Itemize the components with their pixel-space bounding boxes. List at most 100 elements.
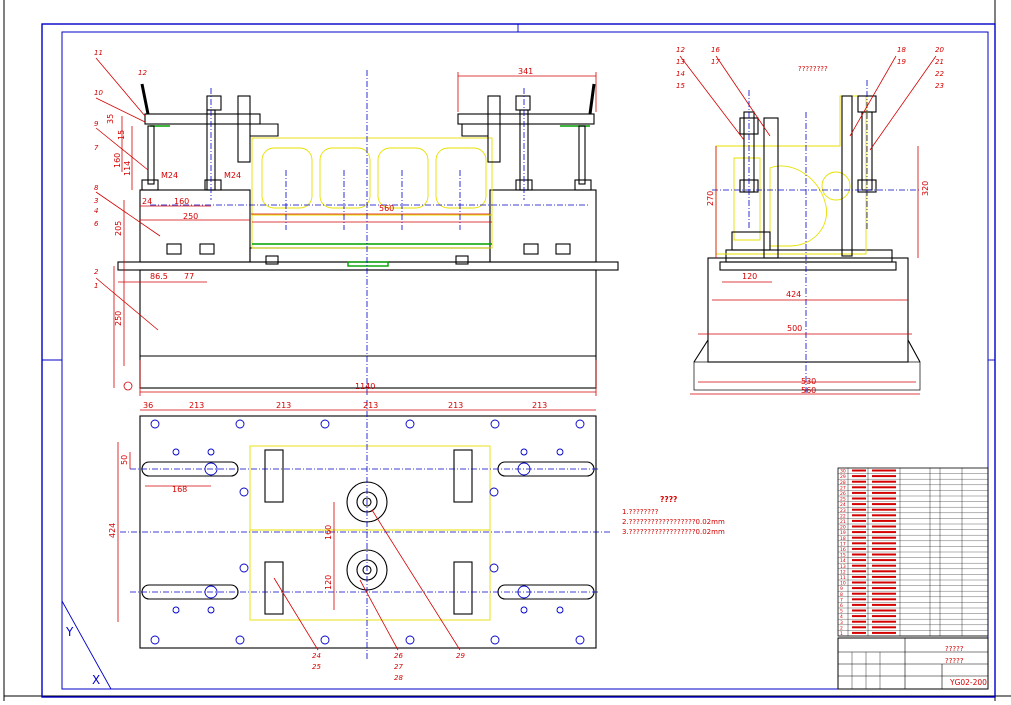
- svg-text:35: 35: [106, 114, 115, 124]
- bom-row-number: 30: [840, 469, 846, 475]
- bom-row-number: 28: [840, 480, 846, 486]
- svg-text:11: 11: [94, 49, 103, 57]
- svg-text:27: 27: [394, 663, 403, 671]
- bom-name-mark: [872, 615, 896, 618]
- svg-text:19: 19: [897, 58, 906, 66]
- bom-name-mark: [872, 581, 896, 584]
- svg-text:77: 77: [184, 272, 194, 281]
- bom-code-mark: [852, 475, 866, 478]
- svg-text:1140: 1140: [355, 382, 375, 391]
- bom-name-mark: [872, 626, 896, 629]
- title-subname: ?????: [945, 657, 964, 665]
- svg-text:36: 36: [143, 401, 153, 410]
- bom-name-mark: [872, 480, 896, 483]
- bom-code-mark: [852, 575, 866, 578]
- svg-text:25: 25: [312, 663, 321, 671]
- svg-text:6: 6: [94, 220, 99, 228]
- svg-text:114: 114: [123, 161, 132, 176]
- svg-text:21: 21: [935, 58, 944, 66]
- bom-row-number: 17: [840, 541, 846, 547]
- bom-row-number: 23: [840, 508, 846, 514]
- bom-code-mark: [852, 587, 866, 590]
- svg-text:7: 7: [94, 144, 99, 152]
- bom-row-number: 8: [840, 592, 843, 598]
- svg-text:160: 160: [174, 197, 189, 206]
- bom-row-number: 14: [840, 558, 846, 564]
- bom-row-number: 3: [840, 620, 843, 626]
- svg-text:3: 3: [94, 197, 98, 205]
- bom-name-mark: [872, 519, 896, 522]
- bom-name-mark: [872, 609, 896, 612]
- bom-name-mark: [872, 497, 896, 500]
- bom-name-mark: [872, 469, 896, 472]
- bom-code-mark: [852, 564, 866, 567]
- bom-row-number: 26: [840, 491, 846, 497]
- tech-note-line: 1.????????: [622, 508, 659, 516]
- svg-text:22: 22: [935, 70, 944, 78]
- bom-name-mark: [872, 575, 896, 578]
- bom-row-number: 9: [840, 586, 843, 592]
- bom-name-mark: [872, 508, 896, 511]
- bom-code-mark: [852, 620, 866, 623]
- svg-text:424: 424: [786, 290, 801, 299]
- bom-row-number: 13: [840, 564, 846, 570]
- bom-code-mark: [852, 547, 866, 550]
- bom-code-mark: [852, 525, 866, 528]
- bom-row-number: 22: [840, 513, 846, 519]
- bom-name-mark: [872, 631, 896, 634]
- svg-text:10: 10: [94, 89, 103, 97]
- bom-row-number: 1: [840, 631, 843, 637]
- bom-row-number: 11: [840, 575, 846, 581]
- svg-text:23: 23: [935, 82, 944, 90]
- bom-name-mark: [872, 542, 896, 545]
- bom-code-mark: [852, 531, 866, 534]
- bom-row-number: 4: [840, 614, 843, 620]
- svg-text:213: 213: [448, 401, 463, 410]
- svg-text:24: 24: [142, 197, 152, 206]
- bom-name-mark: [872, 598, 896, 601]
- svg-text:14: 14: [676, 70, 685, 78]
- cad-drawing-sheet: Y X 341 35 15 160 114 205 250 M24 M24 16…: [0, 0, 1011, 701]
- svg-text:29: 29: [456, 652, 465, 660]
- bom-code-mark: [852, 480, 866, 483]
- svg-text:16: 16: [711, 46, 720, 54]
- bom-row-number: 5: [840, 609, 843, 615]
- bom-row-number: 18: [840, 536, 846, 542]
- svg-text:560: 560: [801, 386, 816, 395]
- bom-name-mark: [872, 603, 896, 606]
- svg-text:168: 168: [172, 485, 187, 494]
- svg-text:120: 120: [324, 575, 333, 590]
- svg-text:213: 213: [276, 401, 291, 410]
- drawing-canvas: Y X 341 35 15 160 114 205 250 M24 M24 16…: [0, 0, 1011, 701]
- bom-name-mark: [872, 559, 896, 562]
- bom-row-number: 25: [840, 497, 846, 503]
- svg-text:530: 530: [801, 377, 816, 386]
- bom-name-mark: [872, 525, 896, 528]
- bom-code-mark: [852, 609, 866, 612]
- svg-text:213: 213: [189, 401, 204, 410]
- svg-text:560: 560: [379, 204, 394, 213]
- bom-name-mark: [872, 531, 896, 534]
- bom-code-mark: [852, 469, 866, 472]
- bom-code-mark: [852, 598, 866, 601]
- svg-text:Y: Y: [65, 625, 74, 639]
- bom-row-number: 7: [840, 597, 843, 603]
- svg-text:13: 13: [676, 58, 685, 66]
- bom-name-mark: [872, 553, 896, 556]
- title-name: ?????: [945, 645, 964, 653]
- svg-text:28: 28: [394, 674, 403, 682]
- dim-341: 341: [518, 67, 533, 76]
- bom-code-mark: [852, 486, 866, 489]
- bom-code-mark: [852, 491, 866, 494]
- svg-text:2: 2: [94, 268, 99, 276]
- svg-text:15: 15: [676, 82, 685, 90]
- bom-row-number: 20: [840, 525, 846, 531]
- bom-row-number: 15: [840, 553, 846, 559]
- svg-text:213: 213: [532, 401, 547, 410]
- bom-name-mark: [872, 570, 896, 573]
- svg-text:8: 8: [94, 184, 99, 192]
- svg-text:205: 205: [114, 221, 123, 236]
- svg-text:160: 160: [324, 525, 333, 540]
- drawing-number: YG02-200: [949, 678, 987, 687]
- svg-text:M24: M24: [161, 171, 178, 180]
